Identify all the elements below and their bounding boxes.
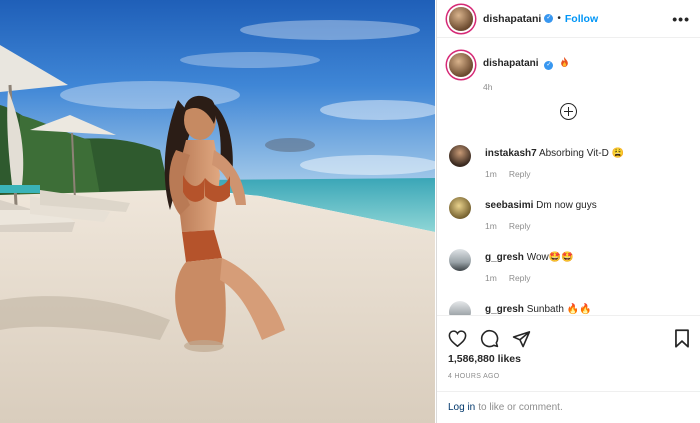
comment-username[interactable]: instakash7 [485,148,537,159]
comments-list[interactable]: dishapatani ✓ 4h instakash7 Absorbing Vi… [437,39,700,315]
beach-photo [0,0,435,423]
commenter-avatar[interactable] [449,197,471,219]
comment-item: g_gresh Wow🤩🤩 1m Reply [437,249,700,283]
login-prompt-text: to like or comment. [478,402,563,413]
login-prompt: Log in to like or comment. [437,391,700,423]
post-photo[interactable] [0,0,435,423]
reply-button[interactable]: Reply [509,169,531,179]
like-count[interactable]: 1,586,880 likes [437,353,700,365]
comment-time: 1m [485,273,497,283]
bookmark-icon[interactable] [674,329,690,348]
author-avatar[interactable] [449,6,473,31]
caption-avatar[interactable] [449,53,473,77]
comment-text: Sunbath 🔥🔥 [526,304,592,315]
post-caption: dishapatani ✓ 4h [437,39,700,92]
share-icon[interactable] [512,330,531,348]
comment-text: Absorbing Vit-D 😩 [538,148,625,159]
separator-dot: • [557,13,561,24]
post-age: 4 HOURS AGO [448,373,500,380]
author-username[interactable]: dishapatani [483,13,541,25]
comment-item: g_gresh Sunbath 🔥🔥 [437,301,700,315]
commenter-avatar[interactable] [449,249,471,271]
follow-button[interactable]: Follow [565,13,598,25]
commenter-avatar[interactable] [449,145,471,167]
comment-username[interactable]: g_gresh [485,252,524,263]
post-header: dishapatani ✓ • Follow ••• [437,0,700,38]
caption-username[interactable]: dishapatani [483,58,539,69]
comment-icon[interactable] [480,329,499,348]
comment-item: instakash7 Absorbing Vit-D 😩 1m Reply [437,145,700,179]
comment-username[interactable]: seebasimi [485,200,533,211]
more-options-icon[interactable]: ••• [672,11,690,27]
comment-text: Wow🤩🤩 [526,252,574,263]
comment-time: 1m [485,169,497,179]
post-side-panel: dishapatani ✓ • Follow ••• dishapatani ✓… [436,0,700,423]
comment-time: 1m [485,221,497,231]
load-more-comments[interactable] [437,103,700,120]
verified-badge-icon: ✓ [544,14,554,23]
caption-time: 4h [483,82,493,92]
flame-icon [561,57,568,67]
plus-circle-icon[interactable] [560,103,577,120]
post-actions: 1,586,880 likes 4 HOURS AGO [437,315,700,380]
reply-button[interactable]: Reply [509,221,531,231]
login-link[interactable]: Log in [448,402,475,413]
comment-text: Dm now guys [536,200,597,211]
comment-username[interactable]: g_gresh [485,304,524,315]
commenter-avatar[interactable] [449,301,471,315]
heart-icon[interactable] [448,330,467,347]
reply-button[interactable]: Reply [509,273,531,283]
comment-item: seebasimi Dm now guys 1m Reply [437,197,700,231]
verified-badge-icon: ✓ [544,61,554,70]
